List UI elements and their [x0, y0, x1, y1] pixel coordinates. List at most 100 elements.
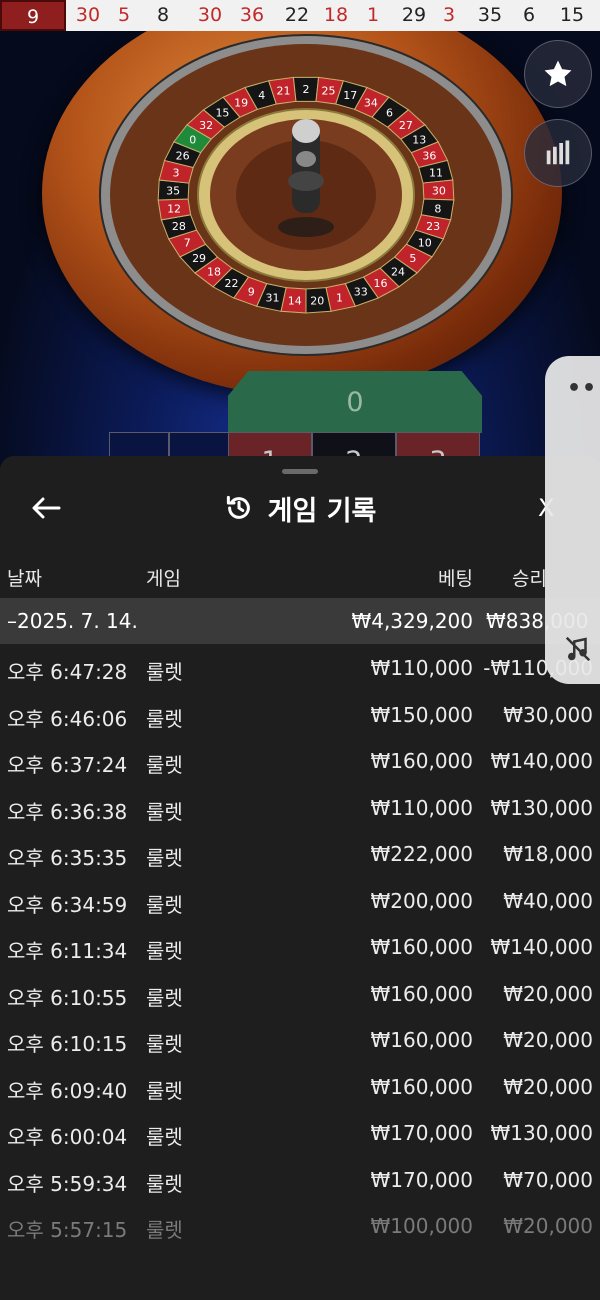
- wheel-pocket-number: 20: [310, 295, 324, 308]
- table-row[interactable]: 오후 5:57:15 룰렛 ₩100,000 ₩20,000: [0, 1204, 600, 1251]
- row-bet: ₩110,000: [370, 656, 473, 680]
- sound-muted-icon: [565, 636, 591, 662]
- wheel-pocket-number: 18: [207, 266, 221, 279]
- wheel-pocket-number: 13: [412, 133, 426, 146]
- row-bet: ₩150,000: [370, 702, 473, 727]
- wheel-pocket-number: 28: [172, 220, 186, 233]
- row-bet: ₩222,000: [370, 842, 473, 866]
- column-header-game[interactable]: 게임: [146, 564, 181, 591]
- row-bet: ₩110,000: [370, 795, 473, 820]
- result-number: 18: [323, 4, 349, 26]
- row-game: 룰렛: [146, 985, 183, 1010]
- wheel-pocket-number: 26: [176, 149, 190, 162]
- table-row[interactable]: 오후 6:47:28 룰렛 ₩110,000 -₩110,000: [0, 646, 600, 693]
- row-bet: ₩160,000: [370, 1028, 473, 1052]
- table-row[interactable]: 오후 6:10:55 룰렛 ₩160,000 ₩20,000: [0, 972, 600, 1019]
- row-game: 룰렛: [146, 939, 183, 963]
- row-game: 룰렛: [146, 1218, 183, 1242]
- table-row[interactable]: 오후 6:46:06 룰렛 ₩150,000 ₩30,000: [0, 693, 600, 740]
- row-bet: ₩170,000: [370, 1167, 473, 1192]
- table-row[interactable]: 오후 6:37:24 룰렛 ₩160,000 ₩140,000: [0, 739, 600, 786]
- result-number: 8: [156, 4, 170, 26]
- row-win: ₩30,000: [503, 702, 593, 727]
- result-number: 29: [401, 4, 427, 26]
- favorite-button[interactable]: [524, 40, 592, 108]
- row-bet: ₩160,000: [370, 749, 473, 773]
- row-game: 룰렛: [146, 799, 183, 824]
- statistics-button[interactable]: [524, 119, 592, 187]
- wheel-pocket-number: 34: [364, 96, 378, 109]
- row-time: 오후 6:35:35: [7, 846, 128, 870]
- wheel-pocket-number: 25: [321, 85, 335, 98]
- bet-cell-zero[interactable]: 0: [228, 371, 482, 433]
- result-number: 15: [559, 4, 585, 26]
- row-time: 오후 6:34:59: [7, 892, 128, 917]
- wheel-pocket-number: 36: [422, 149, 436, 162]
- result-number: 3: [442, 4, 456, 26]
- column-header-date[interactable]: 날짜: [7, 564, 42, 591]
- row-bet: ₩160,000: [370, 935, 473, 959]
- wheel-pocket-number: 12: [167, 202, 181, 215]
- wheel-pocket-number: 35: [166, 185, 180, 198]
- roulette-live-view: 0 32 15 19 4 21 2 25 17 34 6 27 13 36 11 30 8 23 10 5 24 16 33…: [0, 31, 600, 471]
- wheel-pocket-number: 19: [234, 96, 248, 109]
- row-time: 오후 6:09:40: [7, 1078, 128, 1103]
- table-row[interactable]: 오후 6:36:38 룰렛 ₩110,000 ₩130,000: [0, 786, 600, 833]
- table-row[interactable]: 오후 5:59:34 룰렛 ₩170,000 ₩70,000: [0, 1158, 600, 1205]
- bar-chart-icon: [546, 140, 570, 165]
- wheel-pocket-number: 8: [434, 202, 441, 215]
- row-win: ₩20,000: [503, 1214, 593, 1238]
- table-row[interactable]: 오후 6:11:34 룰렛 ₩160,000 ₩140,000: [0, 925, 600, 972]
- row-win: ₩130,000: [490, 1121, 593, 1145]
- row-bet: ₩170,000: [370, 1121, 473, 1145]
- table-row[interactable]: 오후 6:00:04 룰렛 ₩170,000 ₩130,000: [0, 1111, 600, 1158]
- row-game: 룰렛: [146, 660, 183, 684]
- row-win: ₩130,000: [490, 795, 593, 820]
- result-number: 36: [239, 4, 265, 26]
- more-menu-button[interactable]: •••: [567, 376, 600, 401]
- row-bet: ₩100,000: [370, 1214, 473, 1238]
- result-number: 30: [75, 4, 101, 26]
- history-list: 오후 6:47:28 룰렛 ₩110,000 -₩110,000 오후 6:46…: [0, 646, 600, 1251]
- wheel-pocket-number: 30: [432, 185, 446, 198]
- date-summary-row[interactable]: –2025. 7. 14. ₩4,329,200 ₩838,000: [0, 598, 600, 644]
- row-time: 오후 6:11:34: [7, 939, 128, 963]
- table-header: 날짜 게임 베팅 승리: [0, 560, 600, 596]
- table-row[interactable]: 오후 6:34:59 룰렛 ₩200,000 ₩40,000: [0, 879, 600, 926]
- wheel-pocket-number: 29: [192, 252, 206, 265]
- result-number: 30: [197, 4, 223, 26]
- wheel-pocket-number: 14: [288, 295, 302, 308]
- column-header-bet[interactable]: 베팅: [438, 564, 473, 591]
- column-header-win[interactable]: 승리: [512, 564, 547, 591]
- row-win: ₩140,000: [490, 935, 593, 959]
- wheel-pocket-number: 17: [343, 89, 357, 102]
- wheel-pocket-number: 0: [189, 133, 196, 146]
- row-win: ₩20,000: [503, 1074, 593, 1099]
- table-row[interactable]: 오후 6:10:15 룰렛 ₩160,000 ₩20,000: [0, 1018, 600, 1065]
- wheel-pocket-number: 11: [429, 167, 443, 180]
- summary-bet: ₩4,329,200: [351, 609, 473, 633]
- row-game: 룰렛: [146, 1125, 183, 1149]
- sheet-drag-handle[interactable]: [282, 469, 318, 474]
- wheel-pocket-number: 21: [277, 85, 291, 98]
- row-win: ₩70,000: [503, 1167, 593, 1192]
- wheel-pocket-number: 6: [386, 107, 393, 120]
- row-game: 룰렛: [146, 846, 183, 870]
- row-time: 오후 6:10:15: [7, 1032, 128, 1056]
- star-icon: [544, 60, 572, 87]
- wheel-pocket-number: 9: [248, 286, 255, 299]
- table-row[interactable]: 오후 6:09:40 룰렛 ₩160,000 ₩20,000: [0, 1065, 600, 1112]
- row-bet: ₩160,000: [370, 1074, 473, 1099]
- result-number: 22: [284, 4, 310, 26]
- row-game: 룰렛: [146, 1032, 183, 1056]
- mute-button[interactable]: [563, 634, 593, 668]
- row-time: 오후 6:46:06: [7, 706, 128, 731]
- result-number: 35: [477, 4, 503, 26]
- history-icon: [226, 495, 250, 519]
- row-time: 오후 6:00:04: [7, 1125, 128, 1149]
- sheet-header: 게임 기록: [0, 488, 600, 528]
- row-win: ₩40,000: [503, 888, 593, 913]
- wheel-pocket-number: 31: [265, 292, 279, 305]
- table-row[interactable]: 오후 6:35:35 룰렛 ₩222,000 ₩18,000: [0, 832, 600, 879]
- summary-date: –2025. 7. 14.: [7, 609, 138, 633]
